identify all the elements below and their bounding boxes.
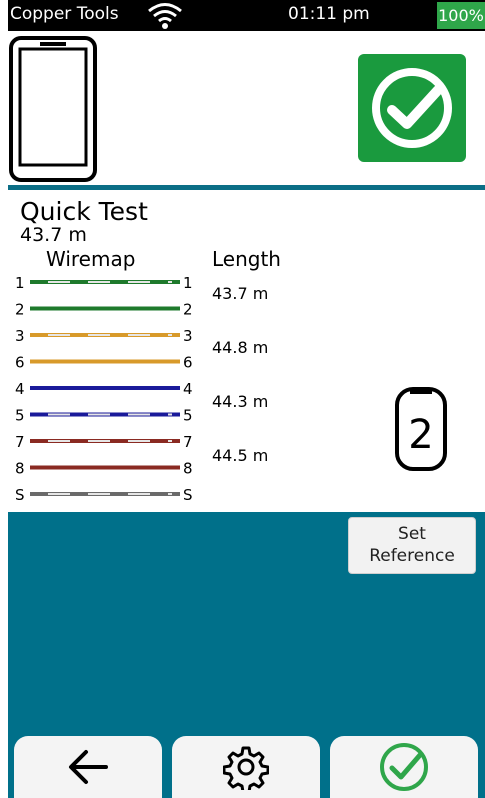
- done-button[interactable]: [330, 736, 478, 798]
- set-reference-button[interactable]: Set Reference: [348, 517, 476, 574]
- tester-screen: Copper Tools 01:11 pm 100% Quick Test 43…: [0, 0, 485, 798]
- back-arrow-icon: [69, 750, 108, 784]
- pair-length: 44.8 m: [212, 338, 269, 357]
- pair-length: 44.5 m: [212, 446, 269, 465]
- wire-pin-left: 6: [15, 354, 25, 372]
- remote-unit-icon: 2: [393, 385, 449, 477]
- result-header: [8, 31, 485, 185]
- test-title: Quick Test: [20, 197, 148, 226]
- wiremap-header: Wiremap: [46, 247, 136, 271]
- wire-pin-left: 1: [15, 274, 25, 292]
- app-name: Copper Tools: [10, 4, 119, 24]
- wire-pin-left: 2: [15, 301, 25, 319]
- status-bar: Copper Tools 01:11 pm 100%: [8, 0, 485, 31]
- wire-pin-right: 8: [183, 460, 193, 478]
- gear-icon: [223, 746, 269, 790]
- wire-pin-left: 3: [15, 327, 25, 345]
- wire-pin-right: 2: [183, 301, 193, 319]
- pair-length: 44.3 m: [212, 392, 269, 411]
- wifi-icon: [146, 2, 184, 34]
- wire-pin-right: 6: [183, 354, 193, 372]
- back-button[interactable]: [14, 736, 162, 798]
- clock: 01:11 pm: [288, 4, 370, 24]
- wire-pin-left: 8: [15, 460, 25, 478]
- test-length: 43.7 m: [20, 224, 87, 246]
- wire-pin-right: 4: [183, 380, 193, 398]
- check-circle-icon: [358, 54, 466, 162]
- wire-pin-left: 5: [15, 407, 25, 425]
- action-panel: Set Reference: [8, 512, 485, 798]
- wire-pin-right: 7: [183, 433, 193, 451]
- quick-test-results: Quick Test 43.7 m Wiremap Length 1 1 2 2 3 3 6…: [8, 190, 485, 512]
- set-reference-label: Set Reference: [369, 524, 455, 566]
- check-icon: [380, 743, 428, 791]
- battery-indicator: 100%: [437, 2, 485, 29]
- length-header: Length: [212, 247, 281, 271]
- tester-device-icon: [8, 35, 98, 187]
- wire-pin-right: S: [183, 486, 193, 504]
- wire-pin-right: 1: [183, 274, 193, 292]
- wire-pin-left: S: [15, 486, 25, 504]
- wire-pin-right: 3: [183, 327, 193, 345]
- remote-id: 2: [408, 412, 433, 458]
- wire-pin-right: 5: [183, 407, 193, 425]
- wiremap-diagram: 1 1 2 2 3 3 6 6 4 4 5 5 7 7 8 8 S S: [15, 274, 193, 504]
- settings-button[interactable]: [172, 736, 320, 798]
- wire-pin-left: 7: [15, 433, 25, 451]
- pair-length: 43.7 m: [212, 284, 269, 303]
- wire-pin-left: 4: [15, 380, 25, 398]
